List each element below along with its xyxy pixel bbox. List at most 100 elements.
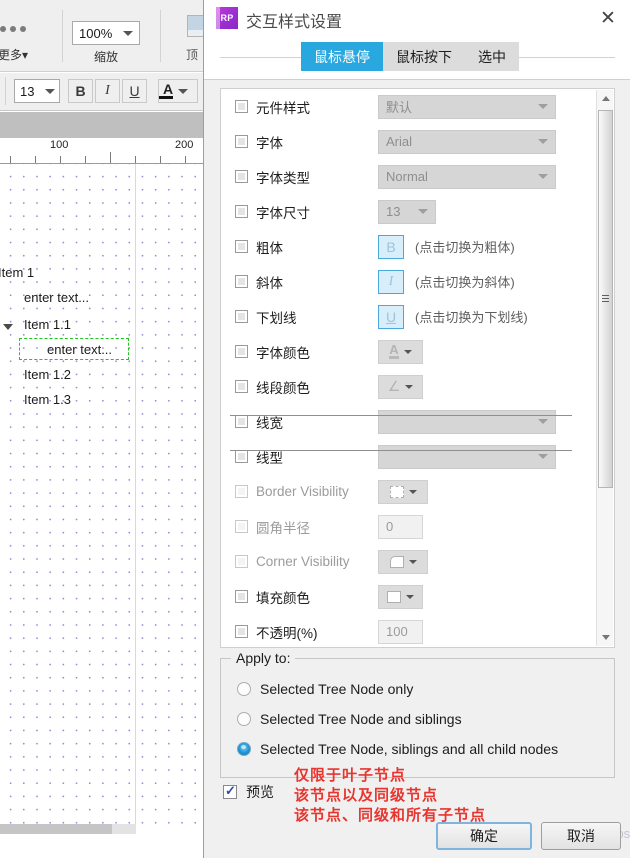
select-font-size[interactable]: 13 — [378, 199, 436, 224]
checkbox-line-style[interactable] — [235, 450, 248, 463]
scrollbar-thumb[interactable] — [0, 824, 112, 834]
form-vertical-scrollbar[interactable] — [596, 90, 613, 646]
chevron-down-icon — [538, 174, 548, 179]
zoom-select[interactable]: 100% — [72, 21, 140, 45]
radio-option-node-only[interactable]: Selected Tree Node only — [237, 681, 413, 697]
design-canvas[interactable]: Item 1 enter text... Item 1.1 enter text… — [0, 164, 210, 834]
tab-mouse-down[interactable]: 鼠标按下 — [383, 42, 465, 71]
radio-option-node-and-siblings[interactable]: Selected Tree Node and siblings — [237, 711, 462, 727]
select-line-width[interactable] — [230, 409, 572, 434]
tree-node-enter-text-1[interactable]: enter text... — [24, 290, 89, 305]
select-line-style[interactable] — [230, 444, 572, 469]
tab-mouse-hover[interactable]: 鼠标悬停 — [301, 42, 383, 71]
checkbox-widget-style[interactable] — [235, 100, 248, 113]
font-color-icon: A — [389, 342, 399, 359]
radio-icon[interactable] — [237, 682, 251, 696]
toolbar-separator-2 — [160, 10, 161, 62]
axure-rp-icon: RP — [216, 7, 238, 29]
main-toolbar-row: 更多▾ 100% 缩放 顶 — [0, 0, 210, 72]
checkbox-font[interactable] — [235, 135, 248, 148]
checkbox-fill-color[interactable] — [235, 590, 248, 603]
value-font: Arial — [386, 134, 413, 149]
label-underline: 下划线 — [256, 310, 297, 326]
checkbox-font-size[interactable] — [235, 205, 248, 218]
background-application: 更多▾ 100% 缩放 顶 13 B I U A 100 200 Item 1 … — [0, 0, 210, 858]
checkbox-font-color[interactable] — [235, 345, 248, 358]
chevron-down-icon — [406, 594, 414, 599]
more-dots-icon[interactable] — [0, 26, 34, 32]
check-icon: ✓ — [225, 783, 236, 798]
checkbox-font-type[interactable] — [235, 170, 248, 183]
zoom-value: 100% — [79, 25, 113, 41]
corner-visibility-picker[interactable] — [378, 549, 428, 574]
corner-visibility-icon — [389, 555, 404, 568]
scroll-down-arrow-icon[interactable] — [597, 629, 614, 646]
chevron-down-icon — [538, 139, 548, 144]
checkbox-underline[interactable] — [235, 310, 248, 323]
hint-underline: (点击切换为下划线) — [415, 310, 528, 325]
row-font-color: 字体颜色 A — [221, 334, 598, 369]
style-property-list[interactable]: 元件样式 默认 字体 Arial 字体类型 Normal 字体尺寸 13 粗体 … — [220, 88, 615, 648]
close-icon[interactable]: ✕ — [595, 6, 621, 30]
italic-button[interactable]: I — [95, 79, 120, 103]
line-color-picker[interactable]: ∠ — [378, 374, 423, 399]
row-italic: 斜体 I (点击切换为斜体) — [221, 264, 598, 299]
tree-node-item-1[interactable]: Item 1 — [0, 265, 34, 280]
fill-color-picker[interactable] — [378, 584, 423, 609]
radio-icon-selected[interactable] — [237, 742, 251, 756]
checkbox-corner-visibility[interactable] — [235, 555, 248, 568]
checkbox-line-width[interactable] — [235, 415, 248, 428]
select-font-type[interactable]: Normal — [378, 164, 556, 189]
chevron-down-icon — [538, 454, 548, 459]
more-label[interactable]: 更多▾ — [0, 46, 28, 63]
checkbox-corner-radius[interactable] — [235, 520, 248, 533]
chevron-down-icon — [408, 559, 417, 564]
value-corner-radius: 0 — [386, 519, 394, 534]
bold-toggle-button[interactable]: B — [378, 234, 404, 259]
cancel-button[interactable]: 取消 — [541, 822, 621, 850]
scroll-up-arrow-icon[interactable] — [597, 90, 614, 107]
checkbox-line-color[interactable] — [235, 380, 248, 393]
scrollbar-thumb[interactable] — [598, 110, 613, 488]
format-separator — [5, 77, 6, 105]
tab-selected[interactable]: 选中 — [465, 42, 519, 71]
zoom-label: 缩放 — [93, 50, 118, 64]
bold-button[interactable]: B — [68, 79, 93, 103]
underline-button[interactable]: U — [122, 79, 147, 103]
select-widget-style[interactable]: 默认 — [378, 94, 556, 119]
font-size-select[interactable]: 13 — [14, 79, 60, 103]
corner-radius-input[interactable]: 0 — [378, 514, 423, 539]
italic-toggle-button[interactable]: I — [378, 269, 404, 294]
font-color-button[interactable]: A — [158, 79, 198, 103]
tree-node-item-1-1[interactable]: Item 1.1 — [24, 317, 71, 332]
canvas-horizontal-scrollbar[interactable] — [0, 824, 136, 834]
opacity-input[interactable]: 100 — [378, 619, 423, 644]
checkbox-italic[interactable] — [235, 275, 248, 288]
label-font-type: 字体类型 — [256, 170, 310, 186]
ok-button[interactable]: 确定 — [436, 822, 532, 850]
font-color-picker[interactable]: A — [378, 339, 423, 364]
chevron-down-icon — [123, 30, 133, 36]
tree-node-item-1-2[interactable]: Item 1.2 — [24, 367, 71, 382]
underline-toggle-button[interactable]: U — [378, 304, 404, 329]
checkbox-opacity[interactable] — [235, 625, 248, 638]
tree-collapse-triangle-icon[interactable] — [3, 324, 13, 330]
preview-checkbox-row[interactable]: ✓ 预览 — [223, 782, 274, 802]
radio-option-node-siblings-children[interactable]: Selected Tree Node, siblings and all chi… — [237, 741, 558, 757]
checkbox-preview[interactable]: ✓ — [223, 783, 237, 799]
tree-node-item-1-3[interactable]: Item 1.3 — [24, 392, 71, 407]
row-widget-style: 元件样式 默认 — [221, 89, 598, 124]
border-visibility-picker[interactable] — [378, 479, 428, 504]
preview-label: 预览 — [246, 784, 274, 800]
ruler-tick-100: 100 — [50, 139, 69, 151]
tree-node-enter-text-2[interactable]: enter text... — [47, 342, 112, 357]
radio-icon[interactable] — [237, 712, 251, 726]
chevron-down-icon — [405, 384, 414, 389]
checkbox-border-visibility[interactable] — [235, 485, 248, 498]
row-opacity: 不透明(%) 100 — [221, 614, 598, 647]
checkbox-bold[interactable] — [235, 240, 248, 253]
row-bold: 粗体 B (点击切换为粗体) — [221, 229, 598, 264]
select-font[interactable]: Arial — [378, 129, 556, 154]
label-corner-radius: 圆角半径 — [256, 520, 310, 536]
pen-icon: ∠ — [387, 378, 401, 394]
